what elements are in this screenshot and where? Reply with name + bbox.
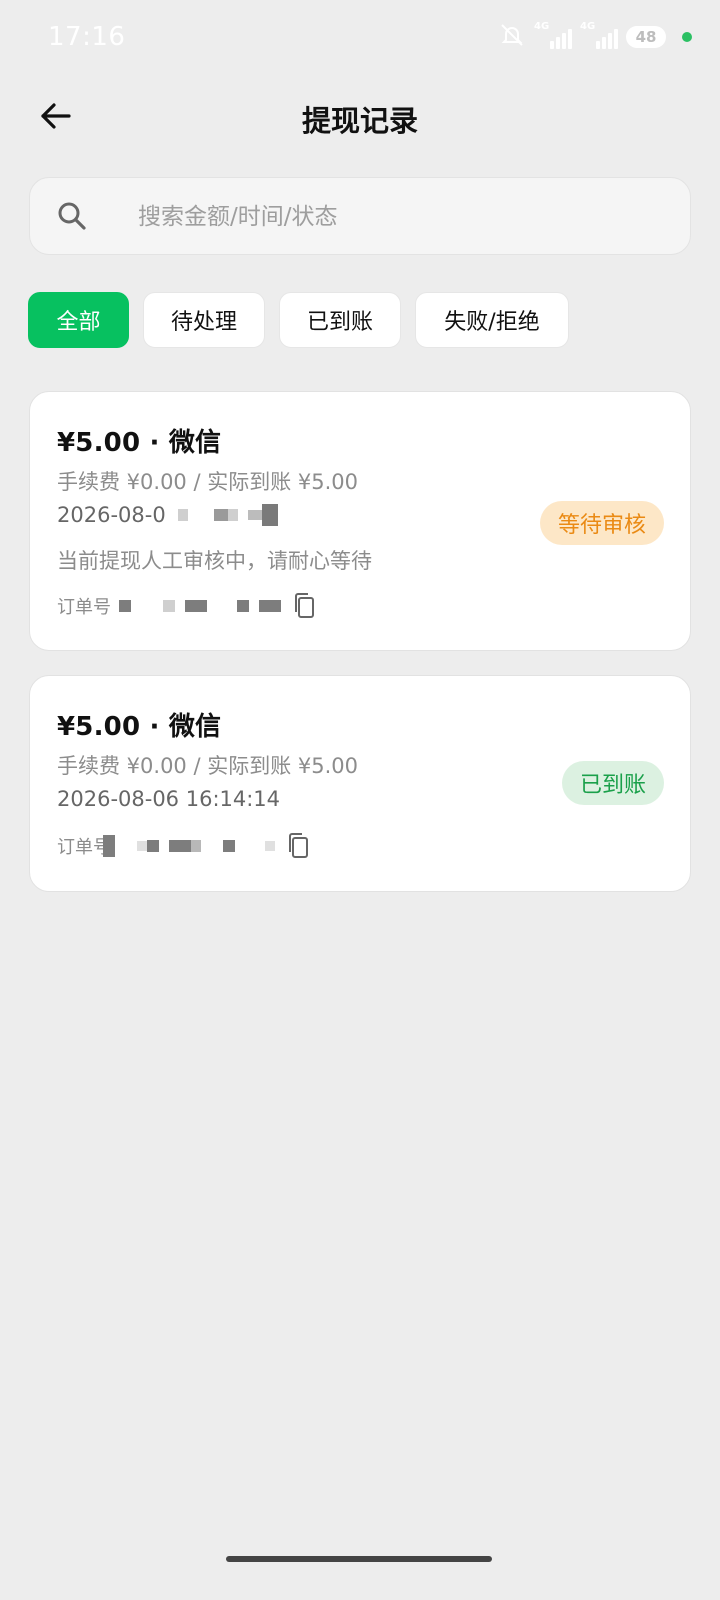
record-fee: 手续费 ¥0.00 / 实际到账 ¥5.00	[57, 754, 359, 778]
record-date: 2026-08-06 16:14:14	[57, 787, 280, 811]
record-order: 订单号	[57, 592, 319, 620]
search-icon	[56, 200, 88, 232]
record-amount: ¥5.00 · 微信	[57, 428, 222, 458]
record-date-text: 2026-08-0	[57, 503, 166, 527]
status-badge: 等待审核	[539, 501, 664, 545]
record-note: 当前提现人工审核中，请耐心等待	[57, 549, 372, 573]
status-icons: 4G 4G 48	[498, 21, 692, 53]
status-time: 17:16	[48, 22, 126, 52]
withdraw-record-card[interactable]: ¥5.00 · 微信 手续费 ¥0.00 / 实际到账 ¥5.00 2026-0…	[29, 675, 691, 892]
status-badge: 已到账	[561, 761, 664, 805]
header: 提现记录	[0, 84, 720, 150]
record-date-text: 2026-08-06 16:14:14	[57, 787, 281, 811]
status-bar: 17:16 4G 4G 48	[0, 0, 720, 76]
copy-order-button[interactable]	[291, 592, 319, 620]
redacted-time	[174, 504, 278, 526]
copy-icon	[289, 833, 308, 858]
home-indicator[interactable]	[226, 1556, 492, 1562]
record-amount: ¥5.00 · 微信	[57, 712, 222, 742]
filter-all[interactable]: 全部	[28, 292, 129, 348]
copy-icon	[295, 593, 314, 618]
withdraw-record-card[interactable]: ¥5.00 · 微信 手续费 ¥0.00 / 实际到账 ¥5.00 2026-0…	[29, 391, 691, 651]
filter-failed[interactable]: 失败/拒绝	[415, 292, 569, 348]
network-type-1: 4G	[534, 21, 550, 32]
search-input[interactable]	[136, 178, 660, 256]
redacted-order-number	[119, 600, 281, 612]
record-order: 订单号	[57, 832, 313, 860]
redacted-order-number	[103, 835, 275, 857]
mute-icon	[498, 21, 526, 53]
page-title: 提现记录	[301, 104, 418, 138]
battery-icon: 48	[626, 26, 666, 48]
copy-order-button[interactable]	[285, 832, 313, 860]
privacy-indicator-icon	[682, 32, 692, 42]
filter-pending[interactable]: 待处理	[143, 292, 265, 348]
record-fee: 手续费 ¥0.00 / 实际到账 ¥5.00	[57, 470, 359, 494]
signal-icon: 4G	[534, 21, 572, 51]
search-bar[interactable]	[29, 177, 691, 256]
signal-icon-2: 4G	[580, 21, 618, 51]
filter-tabs: 全部 待处理 已到账 失败/拒绝	[28, 292, 569, 348]
network-type-2: 4G	[580, 21, 596, 32]
order-label: 订单号	[57, 597, 111, 618]
filter-received[interactable]: 已到账	[279, 292, 401, 348]
record-date: 2026-08-0	[57, 503, 278, 527]
